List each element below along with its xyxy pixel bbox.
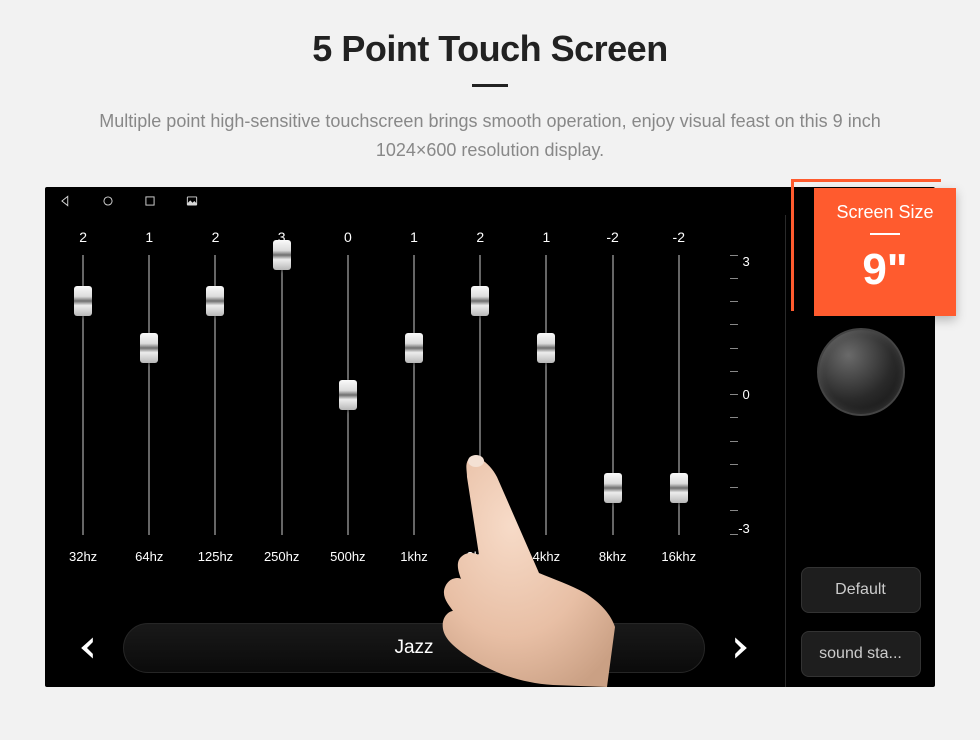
- eq-slider-handle[interactable]: [405, 333, 423, 363]
- eq-slider[interactable]: [545, 255, 547, 535]
- eq-value-label: -2: [673, 225, 685, 249]
- sound-stage-button[interactable]: sound sta...: [801, 631, 921, 677]
- home-icon[interactable]: [101, 194, 115, 208]
- balance-dial[interactable]: [817, 328, 905, 416]
- eq-band-6: 2 2khz: [450, 225, 510, 575]
- eq-value-label: 1: [543, 225, 551, 249]
- equalizer-panel: 232hz164hz2125hz3250hz0500hz11khz22khz14…: [45, 215, 783, 687]
- title-divider: [472, 84, 508, 87]
- eq-value-label: 1: [410, 225, 418, 249]
- eq-slider[interactable]: [612, 255, 614, 535]
- eq-slider[interactable]: [347, 255, 349, 535]
- eq-band-1: 1 64hz: [119, 225, 179, 575]
- eq-slider-handle[interactable]: [339, 380, 357, 410]
- preset-name-label: Jazz: [394, 637, 433, 659]
- eq-slider-handle[interactable]: [604, 473, 622, 503]
- default-button[interactable]: Default: [801, 567, 921, 613]
- callout-divider: [870, 233, 900, 235]
- eq-band-7: 1 4khz: [516, 225, 576, 575]
- eq-band-3: 3250hz: [252, 225, 312, 575]
- eq-freq-label: 2khz: [466, 549, 493, 569]
- eq-value-label: 0: [344, 225, 352, 249]
- sound-stage-button-label: sound sta...: [819, 645, 902, 663]
- callout-value: 9": [814, 245, 956, 295]
- page-title: 5 Point Touch Screen: [0, 28, 980, 70]
- eq-freq-label: 16khz: [661, 549, 696, 569]
- eq-band-0: 2 32hz: [53, 225, 113, 575]
- eq-slider-handle[interactable]: [471, 286, 489, 316]
- eq-value-label: 2: [79, 225, 87, 249]
- eq-band-2: 2 125hz: [185, 225, 245, 575]
- eq-freq-label: 500hz: [330, 549, 365, 569]
- eq-slider[interactable]: [413, 255, 415, 535]
- eq-value-label: -2: [606, 225, 618, 249]
- eq-freq-label: 250hz: [264, 549, 299, 569]
- eq-slider-handle[interactable]: [74, 286, 92, 316]
- eq-freq-label: 1khz: [400, 549, 427, 569]
- eq-freq-label: 64hz: [135, 549, 163, 569]
- eq-slider[interactable]: [214, 255, 216, 535]
- eq-slider[interactable]: [281, 255, 283, 535]
- preset-next-button[interactable]: [723, 630, 759, 666]
- eq-value-label: 2: [212, 225, 220, 249]
- eq-scale-label: -3: [738, 522, 750, 535]
- preset-prev-button[interactable]: [69, 630, 105, 666]
- eq-slider-handle[interactable]: [537, 333, 555, 363]
- eq-freq-label: 4khz: [533, 549, 560, 569]
- eq-slider[interactable]: [678, 255, 680, 535]
- preset-name-button[interactable]: Jazz: [123, 623, 705, 673]
- eq-slider[interactable]: [148, 255, 150, 535]
- eq-value-label: 1: [145, 225, 153, 249]
- eq-scale: 3 0 -3: [715, 225, 775, 575]
- eq-slider-handle[interactable]: [206, 286, 224, 316]
- preset-row: Jazz: [69, 623, 759, 673]
- eq-band-8: -2 8khz: [583, 225, 643, 575]
- eq-band-4: 0 500hz: [318, 225, 378, 575]
- eq-slider-handle[interactable]: [140, 333, 158, 363]
- eq-slider[interactable]: [82, 255, 84, 535]
- screen-size-callout: Screen Size 9": [791, 179, 941, 311]
- eq-scale-label: 3: [743, 255, 750, 268]
- back-icon[interactable]: [59, 194, 73, 208]
- eq-freq-label: 125hz: [198, 549, 233, 569]
- recent-icon[interactable]: [143, 194, 157, 208]
- default-button-label: Default: [835, 581, 886, 599]
- eq-band-5: 1 1khz: [384, 225, 444, 575]
- eq-value-label: 2: [476, 225, 484, 249]
- eq-slider-handle[interactable]: [273, 240, 291, 270]
- eq-freq-label: 8khz: [599, 549, 626, 569]
- eq-scale-label: 0: [743, 388, 750, 401]
- callout-label: Screen Size: [814, 202, 956, 223]
- page-subtitle: Multiple point high-sensitive touchscree…: [80, 107, 900, 165]
- eq-freq-label: 32hz: [69, 549, 97, 569]
- eq-slider[interactable]: [479, 255, 481, 535]
- eq-band-9: -2 16khz: [649, 225, 709, 575]
- picture-icon[interactable]: [185, 194, 199, 208]
- eq-slider-handle[interactable]: [670, 473, 688, 503]
